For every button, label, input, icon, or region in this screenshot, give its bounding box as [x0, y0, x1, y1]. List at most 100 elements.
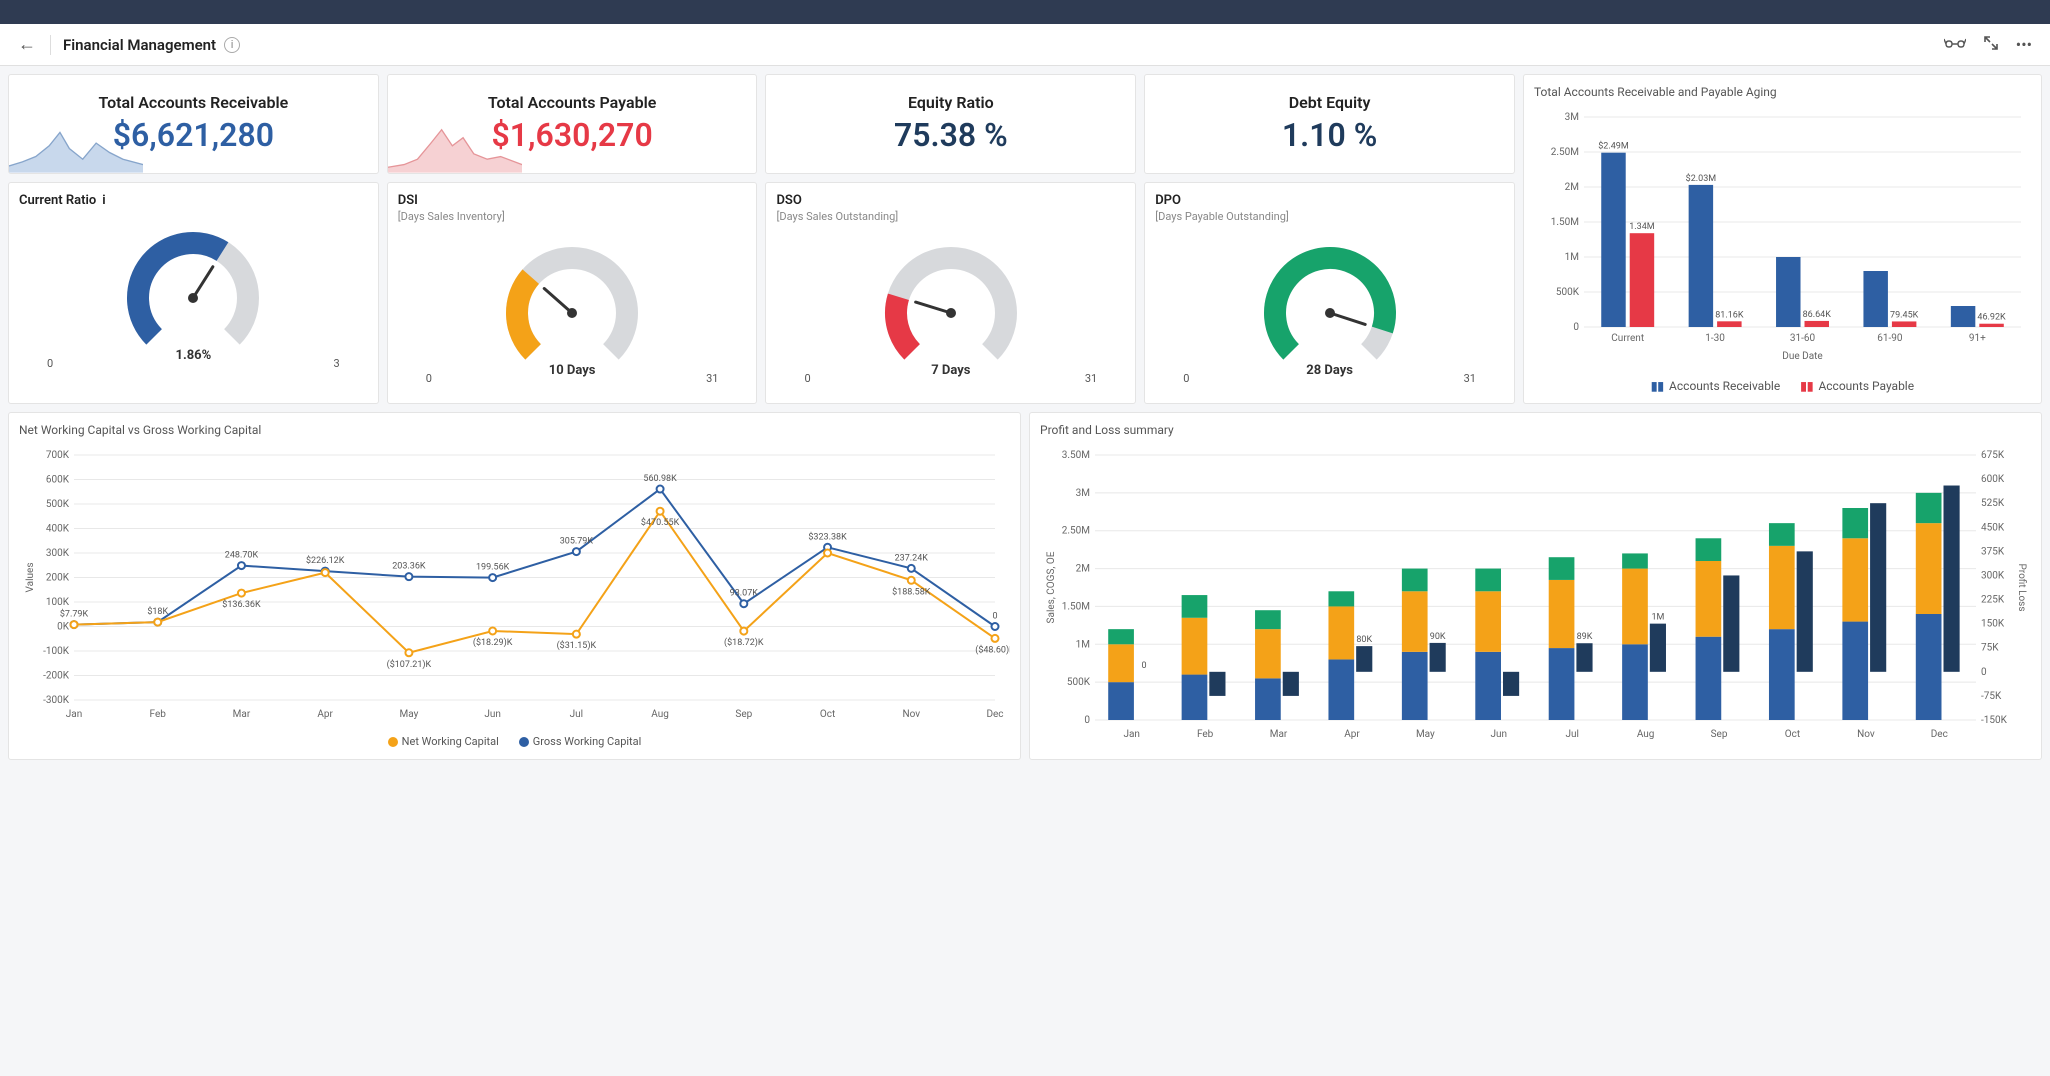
- kpi-debt-title: Debt Equity: [1155, 93, 1504, 112]
- svg-text:Due Date: Due Date: [1782, 351, 1822, 362]
- aging-legend: ▮▮Accounts Receivable ▮▮Accounts Payable: [1534, 379, 2031, 393]
- svg-text:248.70K: 248.70K: [225, 551, 259, 561]
- sparkline-ap: [388, 119, 522, 173]
- kpi-debt-value: 1.10 %: [1155, 116, 1504, 154]
- sparkline-ar: [9, 119, 143, 173]
- svg-text:31-60: 31-60: [1790, 333, 1816, 344]
- kpi-accounts-payable[interactable]: Total Accounts Payable $1,630,270: [387, 74, 758, 174]
- gauge-current-ratio[interactable]: Current Ratioi 1.86% 03: [8, 182, 379, 405]
- svg-text:Jan: Jan: [66, 709, 82, 720]
- svg-text:203.36K: 203.36K: [392, 562, 426, 572]
- svg-text:450K: 450K: [1981, 522, 2005, 533]
- info-icon[interactable]: i: [102, 193, 105, 208]
- svg-text:($48.60)K: ($48.60)K: [975, 644, 1010, 655]
- svg-text:600K: 600K: [1981, 474, 2005, 485]
- svg-text:46.92K: 46.92K: [1977, 313, 2006, 323]
- svg-text:80K: 80K: [1356, 635, 1372, 645]
- gauge-dso-sub: [Days Sales Outstanding]: [776, 210, 1125, 223]
- svg-text:93.07K: 93.07K: [730, 589, 759, 599]
- svg-text:560.98K: 560.98K: [643, 474, 677, 484]
- kpi-equity-ratio[interactable]: Equity Ratio 75.38 %: [765, 74, 1136, 174]
- svg-text:Sep: Sep: [735, 709, 752, 720]
- svg-text:$136.36K: $136.36K: [222, 599, 261, 610]
- profit-loss-card[interactable]: Profit and Loss summary 0500K1M1.50M2M2.…: [1029, 412, 2042, 760]
- charts-row: Net Working Capital vs Gross Working Cap…: [0, 412, 2050, 768]
- svg-text:0: 0: [992, 612, 997, 622]
- svg-text:-300K: -300K: [43, 695, 70, 706]
- svg-text:3M: 3M: [1076, 488, 1090, 499]
- svg-text:700K: 700K: [46, 450, 70, 461]
- app-topbar: [0, 0, 2050, 24]
- kpi-debt-equity[interactable]: Debt Equity 1.10 %: [1144, 74, 1515, 174]
- svg-text:500K: 500K: [1067, 677, 1091, 688]
- svg-text:Jul: Jul: [570, 709, 583, 720]
- page-title: Financial Management: [63, 36, 216, 54]
- svg-text:150K: 150K: [1981, 619, 2005, 630]
- svg-text:Mar: Mar: [233, 709, 251, 720]
- svg-text:81.16K: 81.16K: [1715, 310, 1744, 320]
- svg-text:500K: 500K: [1556, 287, 1580, 298]
- aging-chart-card[interactable]: Total Accounts Receivable and Payable Ag…: [1523, 74, 2042, 404]
- svg-text:Nov: Nov: [902, 709, 920, 720]
- aging-title: Total Accounts Receivable and Payable Ag…: [1534, 85, 2031, 99]
- svg-text:91+: 91+: [1969, 333, 1986, 344]
- svg-text:237.24K: 237.24K: [895, 553, 929, 563]
- kpi-equity-value: 75.38 %: [776, 116, 1125, 154]
- working-title: Net Working Capital vs Gross Working Cap…: [19, 423, 1010, 437]
- svg-text:100K: 100K: [46, 597, 70, 608]
- svg-text:($31.15)K: ($31.15)K: [557, 640, 597, 651]
- svg-text:500K: 500K: [46, 499, 70, 510]
- kpi-equity-title: Equity Ratio: [776, 93, 1125, 112]
- gauge-dpo-title: DPO: [1155, 193, 1504, 208]
- svg-text:0: 0: [1981, 667, 1987, 678]
- svg-text:Apr: Apr: [1344, 729, 1360, 740]
- svg-text:Oct: Oct: [820, 709, 835, 720]
- svg-text:0: 0: [1084, 715, 1090, 726]
- svg-text:Aug: Aug: [1637, 729, 1655, 740]
- svg-text:89K: 89K: [1577, 632, 1593, 642]
- svg-text:0: 0: [1573, 322, 1579, 333]
- aging-chart: 0500K1M1.50M2M2.50M3M$2.49M1.34MCurrent$…: [1534, 107, 2031, 367]
- svg-text:305.79K: 305.79K: [560, 537, 594, 547]
- gauge-dsi-title: DSI: [398, 193, 747, 208]
- working-capital-card[interactable]: Net Working Capital vs Gross Working Cap…: [8, 412, 1021, 760]
- gauge-dpo[interactable]: DPO [Days Payable Outstanding] 28 Days 0…: [1144, 182, 1515, 405]
- expand-icon[interactable]: [1984, 35, 1998, 54]
- svg-text:2M: 2M: [1565, 182, 1579, 193]
- svg-text:0: 0: [1141, 661, 1146, 671]
- svg-text:Mar: Mar: [1270, 729, 1288, 740]
- info-icon[interactable]: i: [224, 37, 240, 53]
- gauge-dso-title: DSO: [776, 193, 1125, 208]
- gauge-dsi[interactable]: DSI [Days Sales Inventory] 10 Days 031: [387, 182, 758, 405]
- svg-text:Feb: Feb: [1197, 729, 1214, 740]
- svg-text:525K: 525K: [1981, 498, 2005, 509]
- svg-text:Current: Current: [1611, 333, 1644, 344]
- svg-text:79.45K: 79.45K: [1890, 310, 1919, 320]
- svg-text:86.64K: 86.64K: [1803, 310, 1832, 320]
- svg-text:Jun: Jun: [484, 709, 501, 720]
- svg-text:$7.79K: $7.79K: [60, 609, 89, 620]
- svg-text:$226.12K: $226.12K: [306, 555, 345, 566]
- gauge-cr-svg: [108, 218, 278, 368]
- gauge-dsi-svg: [487, 233, 657, 383]
- gauge-dsi-sub: [Days Sales Inventory]: [398, 210, 747, 223]
- svg-text:Feb: Feb: [150, 709, 167, 720]
- svg-text:300K: 300K: [46, 548, 70, 559]
- svg-text:200K: 200K: [46, 573, 70, 584]
- pl-title: Profit and Loss summary: [1040, 423, 2031, 437]
- svg-text:($18.72)K: ($18.72)K: [724, 637, 764, 648]
- glasses-icon[interactable]: [1944, 35, 1966, 54]
- back-icon[interactable]: ←: [18, 34, 36, 55]
- svg-text:-100K: -100K: [43, 646, 70, 657]
- page-header: ← Financial Management i •••: [0, 24, 2050, 66]
- more-icon[interactable]: •••: [2016, 35, 2032, 54]
- svg-text:61-90: 61-90: [1877, 333, 1903, 344]
- gauge-dso[interactable]: DSO [Days Sales Outstanding] 7 Days 031: [765, 182, 1136, 405]
- kpi-accounts-receivable[interactable]: Total Accounts Receivable $6,621,280: [8, 74, 379, 174]
- svg-text:75K: 75K: [1981, 643, 1999, 654]
- svg-text:600K: 600K: [46, 475, 70, 486]
- working-chart: -300K-200K-100K0K100K200K300K400K500K600…: [19, 445, 1010, 725]
- svg-text:1.50M: 1.50M: [1551, 217, 1579, 228]
- gauge-dpo-sub: [Days Payable Outstanding]: [1155, 210, 1504, 223]
- svg-text:1M: 1M: [1076, 639, 1090, 650]
